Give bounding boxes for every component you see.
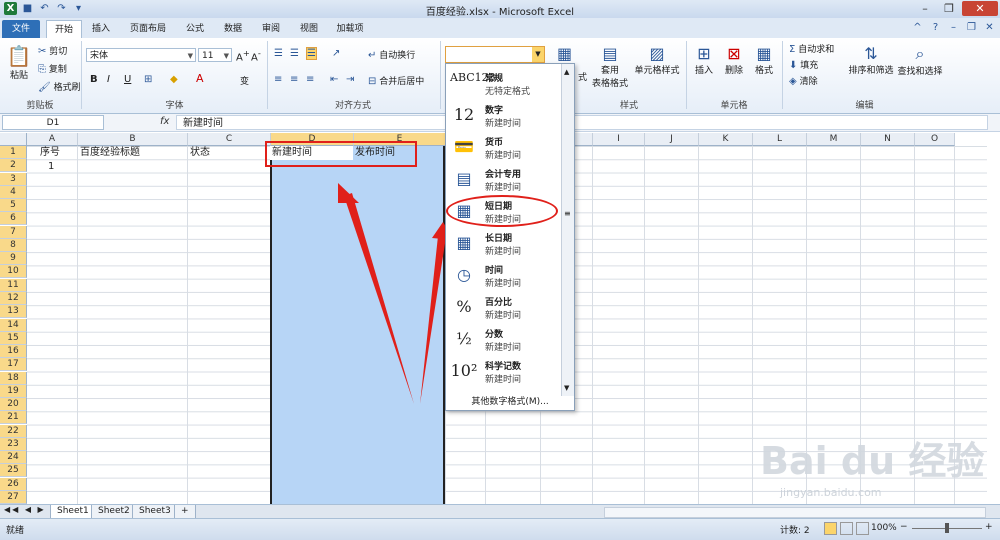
format-option-name: 会计专用 (485, 170, 522, 180)
format-option-preview: 新建时间 (485, 311, 522, 321)
format-option[interactable]: 12 数字新建时间 (446, 100, 564, 132)
format-option[interactable]: ◷ 时间新建时间 (446, 260, 564, 292)
format-option[interactable]: ▤ 会计专用新建时间 (446, 164, 564, 196)
format-option-name: 长日期 (485, 234, 513, 244)
baidu-watermark: Bai du 经验 (760, 439, 985, 483)
format-option[interactable]: 💳 货币新建时间 (446, 132, 564, 164)
sheet-tab-3[interactable]: Sheet3 (132, 505, 178, 519)
baidu-watermark-url: jingyan.baidu.com (780, 486, 882, 499)
calendar-icon: ▦ (456, 233, 472, 252)
format-option-preview: 新建时间 (485, 343, 522, 353)
page-break-view-icon[interactable] (856, 522, 869, 535)
horizontal-scrollbar[interactable] (604, 507, 986, 518)
arrow-shaft-right (420, 236, 446, 404)
zoom-out-icon[interactable]: − (900, 522, 908, 532)
status-bar: 就绪 计数: 2 100% − + (0, 518, 1000, 540)
zoom-level[interactable]: 100% (871, 523, 897, 533)
format-option[interactable]: ABC123 常规无特定格式 (446, 68, 564, 100)
format-option[interactable]: ½ 分数新建时间 (446, 324, 564, 356)
view-buttons (824, 522, 869, 535)
status-count: 计数: 2 (780, 526, 810, 536)
format-option[interactable]: 10² 科学记数新建时间 (446, 356, 564, 388)
format-option-name: 百分比 (485, 298, 513, 308)
format-icon: % (456, 297, 472, 316)
status-ready: 就绪 (6, 526, 25, 536)
format-option-name: 货币 (485, 138, 504, 148)
format-option-preview: 新建时间 (485, 183, 522, 193)
format-option-preview: 新建时间 (485, 151, 522, 161)
sheet-tab-1[interactable]: Sheet1 (50, 505, 96, 519)
format-option-name: 时间 (485, 266, 504, 276)
arrow-shaft-left (344, 193, 414, 404)
accounting-icon: ▤ (456, 169, 472, 188)
annotation-ellipse (446, 195, 558, 227)
format-option-preview: 新建时间 (485, 247, 522, 257)
sheet-tab-2[interactable]: Sheet2 (91, 505, 137, 519)
format-option-name: 分数 (485, 330, 504, 340)
scroll-thumb-icon[interactable]: ≡ (564, 209, 571, 218)
zoom-in-icon[interactable]: + (985, 522, 993, 532)
format-option[interactable]: ▦ 长日期新建时间 (446, 228, 564, 260)
format-option-name: 常规 (485, 74, 504, 84)
more-number-formats[interactable]: 其他数字格式(M)... (446, 394, 574, 407)
page-layout-view-icon[interactable] (840, 522, 853, 535)
number-format-dropdown: ▲ ≡ ▼ ABC123 常规 无特定格式 12 数字 新建时间 💳 货币 新建时间 ▤ 会计专用新… (445, 63, 575, 411)
arrow-head-left (338, 183, 359, 203)
currency-icon: 💳 (454, 137, 474, 156)
format-option[interactable]: % 百分比新建时间 (446, 292, 564, 324)
format-option-preview: 无特定格式 (485, 87, 531, 97)
format-option-name: 数字 (485, 106, 504, 116)
format-icon: 10² (450, 361, 478, 380)
zoom-slider-thumb[interactable] (945, 523, 949, 533)
format-icon: ½ (456, 329, 472, 348)
format-option-preview: 新建时间 (485, 279, 522, 289)
normal-view-icon[interactable] (824, 522, 837, 535)
scroll-up-icon[interactable]: ▲ (564, 68, 569, 76)
sheet-tab-bar: ◀◀ ◀ ▶ ▶▶ Sheet1 Sheet2 Sheet3 + (0, 504, 1000, 519)
format-icon: ABC123 (450, 71, 496, 84)
clock-icon: ◷ (457, 265, 471, 284)
format-option-name: 科学记数 (485, 362, 522, 372)
insert-sheet-icon[interactable]: + (174, 505, 196, 519)
format-option-preview: 新建时间 (485, 119, 522, 129)
format-option-preview: 新建时间 (485, 375, 522, 385)
scroll-down-icon[interactable]: ▼ (564, 384, 569, 392)
format-icon: 12 (453, 105, 475, 124)
